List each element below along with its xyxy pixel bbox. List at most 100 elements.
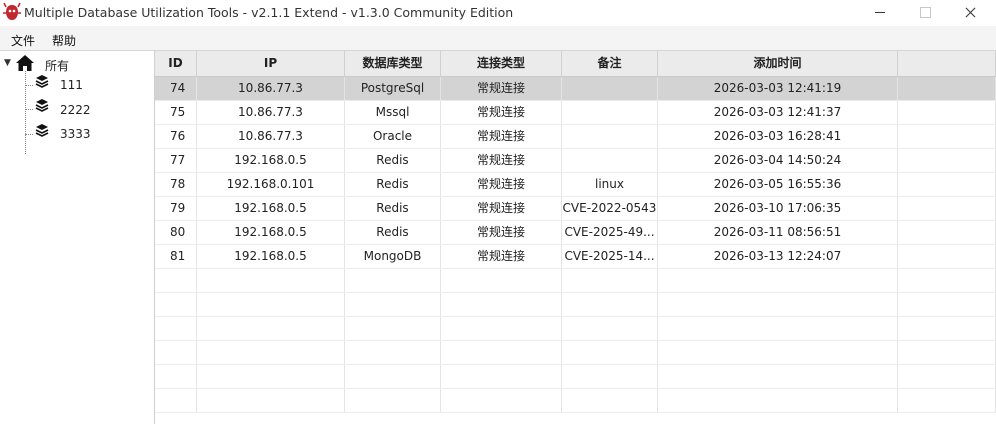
table-row[interactable]: 81 192.168.0.5 MongoDB 常规连接 CVE-2025-14.… — [155, 245, 996, 269]
cell-filler — [898, 173, 996, 196]
tree-item-3333[interactable]: 3333 — [60, 127, 91, 141]
layers-icon — [35, 75, 49, 88]
cell-empty — [658, 365, 898, 388]
app-bug-icon — [3, 2, 21, 20]
cell-empty — [562, 293, 658, 316]
home-icon — [16, 55, 34, 71]
cell-note: linux — [562, 173, 658, 196]
menu-file[interactable]: 文件 — [11, 32, 35, 49]
cell-conn-type: 常规连接 — [441, 173, 562, 196]
cell-empty — [155, 365, 197, 388]
empty-row — [155, 365, 996, 389]
cell-note: CVE-2022-0543 — [562, 197, 658, 220]
cell-note: CVE-2025-14... — [562, 245, 658, 268]
maximize-button[interactable] — [901, 0, 947, 26]
cell-empty — [155, 269, 197, 292]
cell-db-type: MongoDB — [345, 245, 441, 268]
connection-tree: ▼ 所有 111 2222 3333 — [0, 51, 155, 424]
cell-empty — [155, 317, 197, 340]
cell-added-time: 2026-03-10 17:06:35 — [658, 197, 898, 220]
column-header-db-type[interactable]: 数据库类型 — [345, 51, 441, 76]
cell-note — [562, 125, 658, 148]
empty-row — [155, 269, 996, 293]
cell-id: 76 — [155, 125, 197, 148]
cell-empty — [898, 389, 996, 412]
cell-filler — [898, 197, 996, 220]
table-row[interactable]: 76 10.86.77.3 Oracle 常规连接 2026-03-03 16:… — [155, 125, 996, 149]
cell-empty — [562, 269, 658, 292]
cell-conn-type: 常规连接 — [441, 245, 562, 268]
column-header-id[interactable]: ID — [155, 51, 197, 76]
table-row[interactable]: 79 192.168.0.5 Redis 常规连接 CVE-2022-0543 … — [155, 197, 996, 221]
tree-connector — [25, 71, 26, 154]
cell-id: 80 — [155, 221, 197, 244]
tree-connector — [25, 85, 33, 86]
cell-empty — [441, 269, 562, 292]
table-row[interactable]: 77 192.168.0.5 Redis 常规连接 2026-03-04 14:… — [155, 149, 996, 173]
cell-filler — [898, 149, 996, 172]
cell-empty — [345, 389, 441, 412]
cell-empty — [155, 341, 197, 364]
cell-empty — [155, 389, 197, 412]
cell-ip: 192.168.0.5 — [197, 197, 345, 220]
cell-empty — [562, 317, 658, 340]
cell-db-type: Oracle — [345, 125, 441, 148]
cell-empty — [441, 341, 562, 364]
cell-ip: 10.86.77.3 — [197, 101, 345, 124]
empty-row — [155, 317, 996, 341]
cell-filler — [898, 125, 996, 148]
close-button[interactable] — [946, 0, 992, 26]
cell-id: 81 — [155, 245, 197, 268]
cell-filler — [898, 245, 996, 268]
table-row[interactable]: 80 192.168.0.5 Redis 常规连接 CVE-2025-49...… — [155, 221, 996, 245]
tree-expand-arrow-icon[interactable]: ▼ — [4, 58, 11, 68]
cell-added-time: 2026-03-03 12:41:37 — [658, 101, 898, 124]
minimize-button[interactable] — [856, 0, 902, 26]
tree-connector — [25, 134, 33, 135]
column-header-filler — [898, 51, 996, 76]
cell-empty — [441, 293, 562, 316]
layers-icon — [35, 124, 49, 137]
cell-empty — [155, 293, 197, 316]
layers-icon — [35, 99, 49, 112]
cell-filler — [898, 77, 996, 100]
cell-added-time: 2026-03-11 08:56:51 — [658, 221, 898, 244]
cell-empty — [197, 389, 345, 412]
column-header-added-time[interactable]: 添加时间 — [658, 51, 898, 76]
cell-added-time: 2026-03-03 12:41:19 — [658, 77, 898, 100]
table-row[interactable]: 78 192.168.0.101 Redis 常规连接 linux 2026-0… — [155, 173, 996, 197]
cell-filler — [898, 221, 996, 244]
window-title: Multiple Database Utilization Tools - v2… — [24, 5, 514, 20]
cell-empty — [658, 317, 898, 340]
cell-added-time: 2026-03-03 16:28:41 — [658, 125, 898, 148]
tree-item-2222[interactable]: 2222 — [60, 103, 91, 117]
column-header-ip[interactable]: IP — [197, 51, 345, 76]
cell-empty — [898, 341, 996, 364]
cell-ip: 10.86.77.3 — [197, 77, 345, 100]
cell-note — [562, 77, 658, 100]
tree-root-label[interactable]: 所有 — [45, 57, 69, 74]
cell-db-type: Mssql — [345, 101, 441, 124]
cell-empty — [658, 341, 898, 364]
tree-item-111[interactable]: 111 — [60, 78, 83, 92]
cell-ip: 192.168.0.5 — [197, 245, 345, 268]
cell-filler — [898, 101, 996, 124]
cell-id: 77 — [155, 149, 197, 172]
title-bar: Multiple Database Utilization Tools - v2… — [0, 0, 996, 26]
cell-empty — [898, 269, 996, 292]
menu-help[interactable]: 帮助 — [52, 32, 76, 49]
cell-conn-type: 常规连接 — [441, 221, 562, 244]
empty-row — [155, 389, 996, 413]
cell-id: 79 — [155, 197, 197, 220]
cell-empty — [197, 269, 345, 292]
cell-conn-type: 常规连接 — [441, 149, 562, 172]
cell-conn-type: 常规连接 — [441, 101, 562, 124]
tree-connector — [25, 109, 33, 110]
cell-db-type: PostgreSql — [345, 77, 441, 100]
cell-empty — [658, 269, 898, 292]
cell-db-type: Redis — [345, 173, 441, 196]
column-header-conn-type[interactable]: 连接类型 — [441, 51, 562, 76]
table-row[interactable]: 74 10.86.77.3 PostgreSql 常规连接 2026-03-03… — [155, 77, 996, 101]
column-header-note[interactable]: 备注 — [562, 51, 658, 76]
table-row[interactable]: 75 10.86.77.3 Mssql 常规连接 2026-03-03 12:4… — [155, 101, 996, 125]
